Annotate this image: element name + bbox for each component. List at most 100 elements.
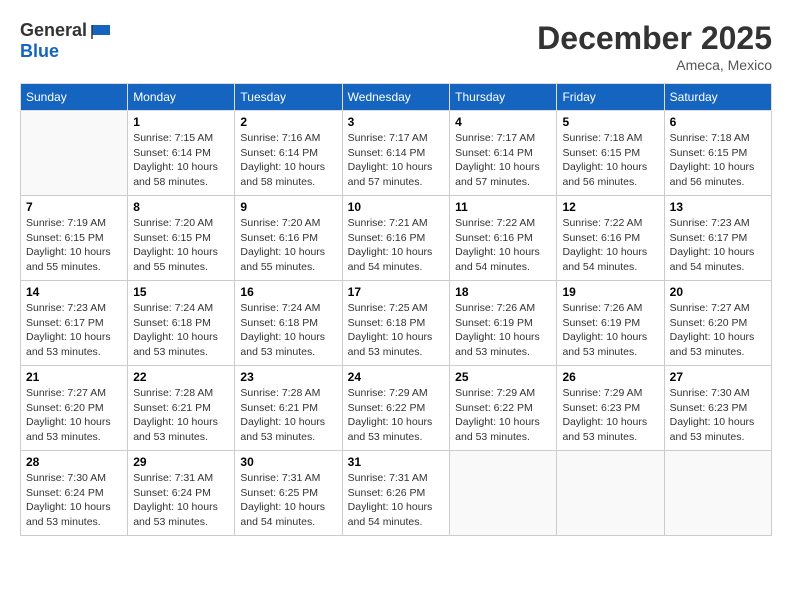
calendar-header-row: Sunday Monday Tuesday Wednesday Thursday… xyxy=(21,84,772,111)
day-number: 17 xyxy=(348,285,445,299)
day-number: 22 xyxy=(133,370,229,384)
calendar-week-row: 14 Sunrise: 7:23 AMSunset: 6:17 PMDaylig… xyxy=(21,281,772,366)
day-info: Sunrise: 7:16 AMSunset: 6:14 PMDaylight:… xyxy=(240,131,336,190)
calendar-table: Sunday Monday Tuesday Wednesday Thursday… xyxy=(20,83,772,536)
day-info: Sunrise: 7:23 AMSunset: 6:17 PMDaylight:… xyxy=(670,216,766,275)
day-info: Sunrise: 7:26 AMSunset: 6:19 PMDaylight:… xyxy=(455,301,551,360)
day-number: 6 xyxy=(670,115,766,129)
day-number: 16 xyxy=(240,285,336,299)
day-info: Sunrise: 7:15 AMSunset: 6:14 PMDaylight:… xyxy=(133,131,229,190)
day-number: 19 xyxy=(562,285,658,299)
table-row: 15 Sunrise: 7:24 AMSunset: 6:18 PMDaylig… xyxy=(128,281,235,366)
header-sunday: Sunday xyxy=(21,84,128,111)
day-number: 27 xyxy=(670,370,766,384)
day-info: Sunrise: 7:23 AMSunset: 6:17 PMDaylight:… xyxy=(26,301,122,360)
day-number: 9 xyxy=(240,200,336,214)
day-info: Sunrise: 7:22 AMSunset: 6:16 PMDaylight:… xyxy=(562,216,658,275)
day-number: 31 xyxy=(348,455,445,469)
table-row: 6 Sunrise: 7:18 AMSunset: 6:15 PMDayligh… xyxy=(664,111,771,196)
logo-blue-text: Blue xyxy=(20,41,59,61)
day-info: Sunrise: 7:29 AMSunset: 6:23 PMDaylight:… xyxy=(562,386,658,445)
header-tuesday: Tuesday xyxy=(235,84,342,111)
calendar-week-row: 1 Sunrise: 7:15 AMSunset: 6:14 PMDayligh… xyxy=(21,111,772,196)
table-row: 8 Sunrise: 7:20 AMSunset: 6:15 PMDayligh… xyxy=(128,196,235,281)
day-info: Sunrise: 7:31 AMSunset: 6:25 PMDaylight:… xyxy=(240,471,336,530)
day-number: 26 xyxy=(562,370,658,384)
day-number: 25 xyxy=(455,370,551,384)
header-saturday: Saturday xyxy=(664,84,771,111)
table-row: 27 Sunrise: 7:30 AMSunset: 6:23 PMDaylig… xyxy=(664,366,771,451)
day-number: 8 xyxy=(133,200,229,214)
day-info: Sunrise: 7:24 AMSunset: 6:18 PMDaylight:… xyxy=(240,301,336,360)
table-row: 10 Sunrise: 7:21 AMSunset: 6:16 PMDaylig… xyxy=(342,196,450,281)
day-number: 21 xyxy=(26,370,122,384)
table-row: 3 Sunrise: 7:17 AMSunset: 6:14 PMDayligh… xyxy=(342,111,450,196)
day-info: Sunrise: 7:30 AMSunset: 6:23 PMDaylight:… xyxy=(670,386,766,445)
table-row: 5 Sunrise: 7:18 AMSunset: 6:15 PMDayligh… xyxy=(557,111,664,196)
calendar-week-row: 28 Sunrise: 7:30 AMSunset: 6:24 PMDaylig… xyxy=(21,451,772,536)
day-number: 30 xyxy=(240,455,336,469)
table-row: 23 Sunrise: 7:28 AMSunset: 6:21 PMDaylig… xyxy=(235,366,342,451)
day-number: 1 xyxy=(133,115,229,129)
table-row xyxy=(21,111,128,196)
day-info: Sunrise: 7:29 AMSunset: 6:22 PMDaylight:… xyxy=(348,386,445,445)
day-info: Sunrise: 7:28 AMSunset: 6:21 PMDaylight:… xyxy=(133,386,229,445)
day-info: Sunrise: 7:21 AMSunset: 6:16 PMDaylight:… xyxy=(348,216,445,275)
table-row: 2 Sunrise: 7:16 AMSunset: 6:14 PMDayligh… xyxy=(235,111,342,196)
day-number: 12 xyxy=(562,200,658,214)
day-number: 24 xyxy=(348,370,445,384)
day-info: Sunrise: 7:30 AMSunset: 6:24 PMDaylight:… xyxy=(26,471,122,530)
day-number: 18 xyxy=(455,285,551,299)
logo-flag-icon xyxy=(90,23,112,41)
day-info: Sunrise: 7:24 AMSunset: 6:18 PMDaylight:… xyxy=(133,301,229,360)
table-row: 17 Sunrise: 7:25 AMSunset: 6:18 PMDaylig… xyxy=(342,281,450,366)
table-row: 19 Sunrise: 7:26 AMSunset: 6:19 PMDaylig… xyxy=(557,281,664,366)
day-info: Sunrise: 7:26 AMSunset: 6:19 PMDaylight:… xyxy=(562,301,658,360)
day-info: Sunrise: 7:31 AMSunset: 6:24 PMDaylight:… xyxy=(133,471,229,530)
table-row: 4 Sunrise: 7:17 AMSunset: 6:14 PMDayligh… xyxy=(450,111,557,196)
header-thursday: Thursday xyxy=(450,84,557,111)
day-info: Sunrise: 7:31 AMSunset: 6:26 PMDaylight:… xyxy=(348,471,445,530)
table-row: 21 Sunrise: 7:27 AMSunset: 6:20 PMDaylig… xyxy=(21,366,128,451)
table-row: 14 Sunrise: 7:23 AMSunset: 6:17 PMDaylig… xyxy=(21,281,128,366)
day-info: Sunrise: 7:27 AMSunset: 6:20 PMDaylight:… xyxy=(670,301,766,360)
calendar-week-row: 21 Sunrise: 7:27 AMSunset: 6:20 PMDaylig… xyxy=(21,366,772,451)
header-friday: Friday xyxy=(557,84,664,111)
table-row: 16 Sunrise: 7:24 AMSunset: 6:18 PMDaylig… xyxy=(235,281,342,366)
day-number: 28 xyxy=(26,455,122,469)
day-number: 11 xyxy=(455,200,551,214)
day-number: 7 xyxy=(26,200,122,214)
day-info: Sunrise: 7:28 AMSunset: 6:21 PMDaylight:… xyxy=(240,386,336,445)
day-info: Sunrise: 7:18 AMSunset: 6:15 PMDaylight:… xyxy=(562,131,658,190)
title-block: December 2025 Ameca, Mexico xyxy=(537,20,772,73)
page-header: General Blue December 2025 Ameca, Mexico xyxy=(20,20,772,73)
month-year-title: December 2025 xyxy=(537,20,772,57)
day-info: Sunrise: 7:27 AMSunset: 6:20 PMDaylight:… xyxy=(26,386,122,445)
day-number: 5 xyxy=(562,115,658,129)
table-row xyxy=(664,451,771,536)
day-info: Sunrise: 7:17 AMSunset: 6:14 PMDaylight:… xyxy=(348,131,445,190)
table-row: 11 Sunrise: 7:22 AMSunset: 6:16 PMDaylig… xyxy=(450,196,557,281)
day-info: Sunrise: 7:25 AMSunset: 6:18 PMDaylight:… xyxy=(348,301,445,360)
day-info: Sunrise: 7:20 AMSunset: 6:16 PMDaylight:… xyxy=(240,216,336,275)
day-info: Sunrise: 7:17 AMSunset: 6:14 PMDaylight:… xyxy=(455,131,551,190)
day-info: Sunrise: 7:29 AMSunset: 6:22 PMDaylight:… xyxy=(455,386,551,445)
logo-general-text: General xyxy=(20,20,87,41)
table-row: 20 Sunrise: 7:27 AMSunset: 6:20 PMDaylig… xyxy=(664,281,771,366)
day-number: 15 xyxy=(133,285,229,299)
table-row: 31 Sunrise: 7:31 AMSunset: 6:26 PMDaylig… xyxy=(342,451,450,536)
table-row: 13 Sunrise: 7:23 AMSunset: 6:17 PMDaylig… xyxy=(664,196,771,281)
header-monday: Monday xyxy=(128,84,235,111)
table-row: 1 Sunrise: 7:15 AMSunset: 6:14 PMDayligh… xyxy=(128,111,235,196)
table-row: 9 Sunrise: 7:20 AMSunset: 6:16 PMDayligh… xyxy=(235,196,342,281)
header-wednesday: Wednesday xyxy=(342,84,450,111)
table-row: 26 Sunrise: 7:29 AMSunset: 6:23 PMDaylig… xyxy=(557,366,664,451)
calendar-week-row: 7 Sunrise: 7:19 AMSunset: 6:15 PMDayligh… xyxy=(21,196,772,281)
table-row: 30 Sunrise: 7:31 AMSunset: 6:25 PMDaylig… xyxy=(235,451,342,536)
table-row: 24 Sunrise: 7:29 AMSunset: 6:22 PMDaylig… xyxy=(342,366,450,451)
day-number: 4 xyxy=(455,115,551,129)
day-number: 14 xyxy=(26,285,122,299)
table-row: 7 Sunrise: 7:19 AMSunset: 6:15 PMDayligh… xyxy=(21,196,128,281)
day-info: Sunrise: 7:18 AMSunset: 6:15 PMDaylight:… xyxy=(670,131,766,190)
logo: General Blue xyxy=(20,20,112,62)
